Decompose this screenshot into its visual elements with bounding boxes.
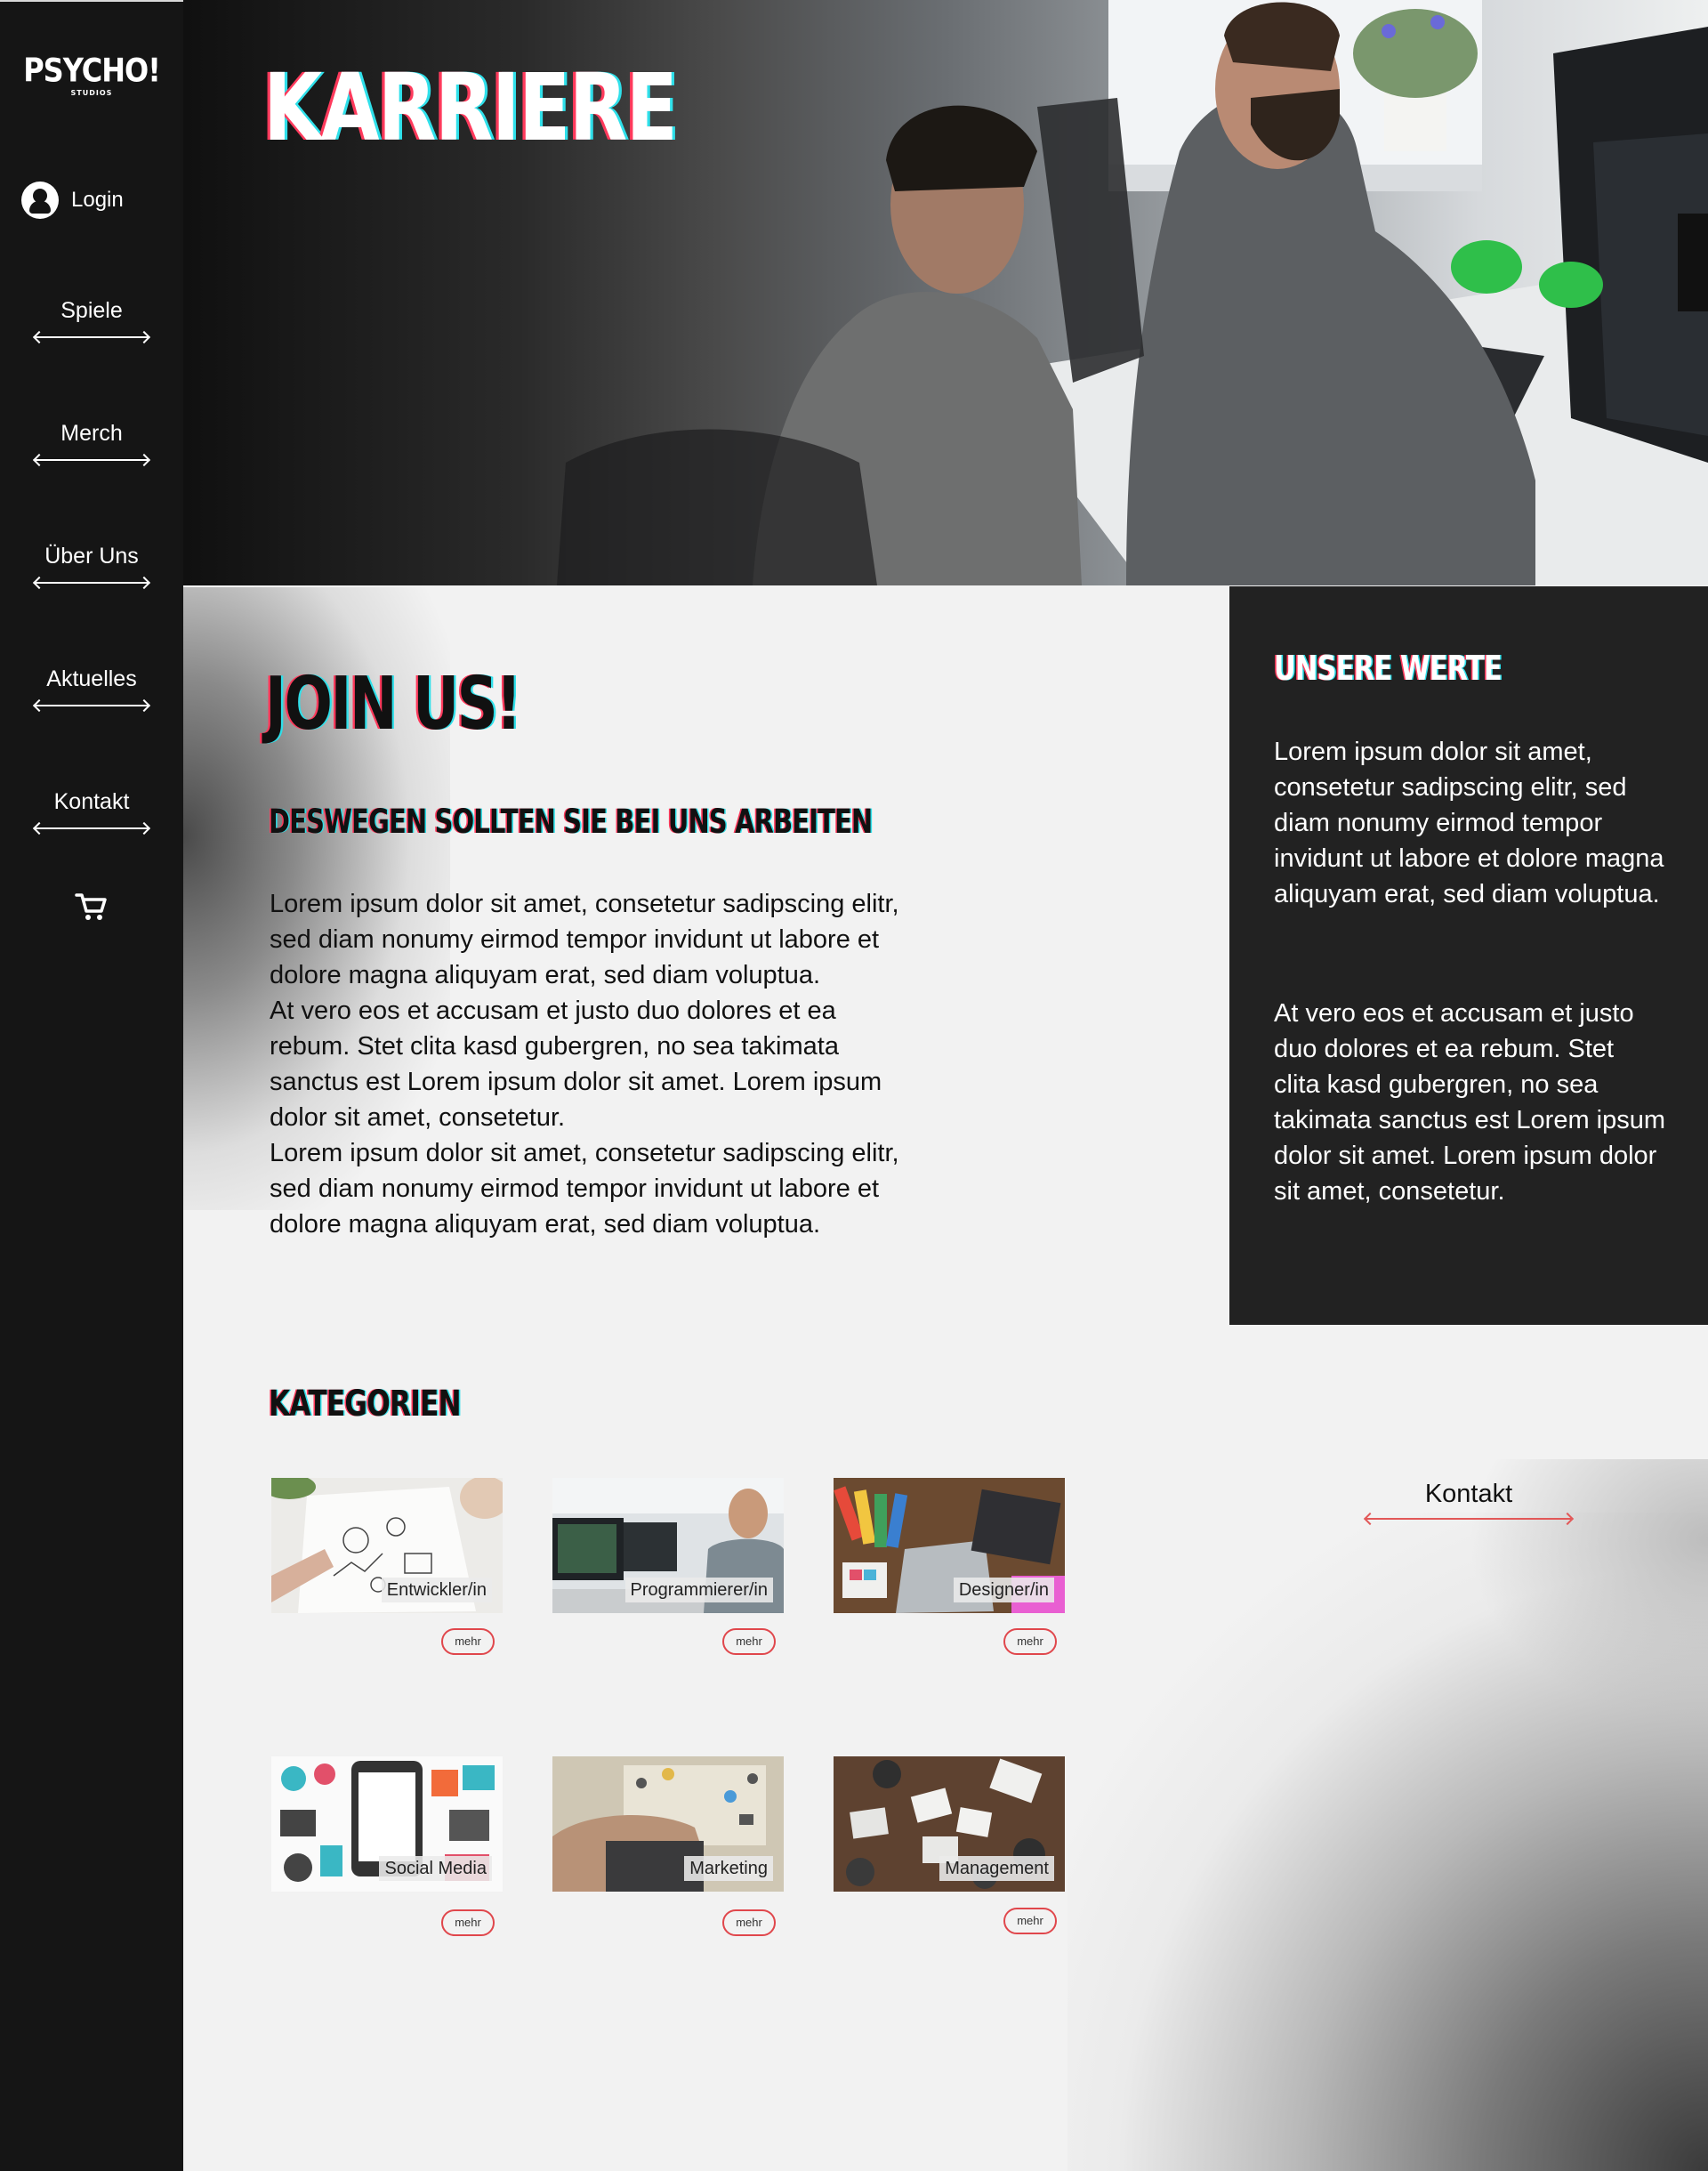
nav-label: Spiele	[60, 298, 123, 323]
nav-label: Über Uns	[44, 544, 139, 569]
nav-item-spiele[interactable]: Spiele	[36, 298, 148, 338]
contact-link[interactable]: Kontakt	[1366, 1480, 1571, 1520]
more-button[interactable]: mehr	[722, 1628, 776, 1655]
category-label: Programmierer/in	[624, 1578, 773, 1602]
nav-item-aktuelles[interactable]: Aktuelles	[36, 666, 148, 706]
values-paragraph-2: At vero eos et accusam et justo duo dolo…	[1274, 999, 1666, 1206]
nav-item-merch[interactable]: Merch	[36, 421, 148, 461]
more-button[interactable]: mehr	[441, 1909, 495, 1936]
values-title: UNSERE WERTE	[1274, 649, 1503, 688]
more-button[interactable]: mehr	[722, 1909, 776, 1936]
nav-label: Kontakt	[53, 789, 130, 814]
logo[interactable]: PSYCHO! STUDIOS	[0, 51, 183, 97]
nav-label: Aktuelles	[46, 666, 137, 691]
section-subheading: DESWEGEN SOLLTEN SIE BEI UNS ARBEITEN	[269, 803, 873, 841]
more-button[interactable]: mehr	[441, 1628, 495, 1655]
nav-item-ueber-uns[interactable]: Über Uns	[36, 544, 148, 584]
login-label: Login	[71, 188, 124, 212]
double-arrow-icon	[36, 459, 148, 461]
logo-text: PSYCHO!	[23, 51, 161, 90]
cart-icon[interactable]	[74, 888, 109, 924]
category-label: Social Media	[379, 1856, 492, 1881]
category-label: Entwickler/in	[381, 1578, 492, 1602]
double-arrow-icon	[36, 582, 148, 584]
values-panel: UNSERE WERTE Lorem ipsum dolor sit amet,…	[1229, 586, 1708, 1325]
join-heading: JOIN US!	[265, 662, 522, 747]
category-card-designer[interactable]: Designer/in	[834, 1478, 1065, 1613]
category-card-marketing[interactable]: Marketing	[552, 1756, 784, 1892]
category-label: Marketing	[684, 1856, 773, 1881]
double-arrow-icon	[36, 827, 148, 829]
double-arrow-icon	[36, 336, 148, 338]
double-arrow-icon	[1366, 1518, 1571, 1520]
contact-link-label: Kontakt	[1424, 1480, 1513, 1508]
nav-label: Merch	[60, 421, 123, 446]
category-card-social-media[interactable]: Social Media	[271, 1756, 503, 1892]
category-label: Designer/in	[953, 1578, 1054, 1602]
more-button[interactable]: mehr	[1003, 1628, 1057, 1655]
category-card-entwickler[interactable]: Entwickler/in	[271, 1478, 503, 1613]
nav-item-kontakt[interactable]: Kontakt	[36, 789, 148, 829]
intro-paragraph: Lorem ipsum dolor sit amet, consetetur s…	[270, 890, 899, 1239]
values-paragraph-1: Lorem ipsum dolor sit amet, consetetur s…	[1274, 738, 1664, 908]
user-icon	[21, 182, 59, 219]
category-label: Management	[939, 1856, 1054, 1881]
sidebar: PSYCHO! STUDIOS Login Spiele Merch Über …	[0, 0, 183, 2171]
hero-banner: KARRIERE	[183, 0, 1708, 585]
more-button[interactable]: mehr	[1003, 1908, 1057, 1934]
login-button[interactable]: Login	[21, 182, 124, 219]
categories-heading: KATEGORIEN	[269, 1384, 462, 1424]
page-title: KARRIERE	[263, 53, 678, 162]
category-card-management[interactable]: Management	[834, 1756, 1065, 1892]
logo-subtext: STUDIOS	[70, 89, 113, 97]
category-card-programmierer[interactable]: Programmierer/in	[552, 1478, 784, 1613]
double-arrow-icon	[36, 705, 148, 706]
